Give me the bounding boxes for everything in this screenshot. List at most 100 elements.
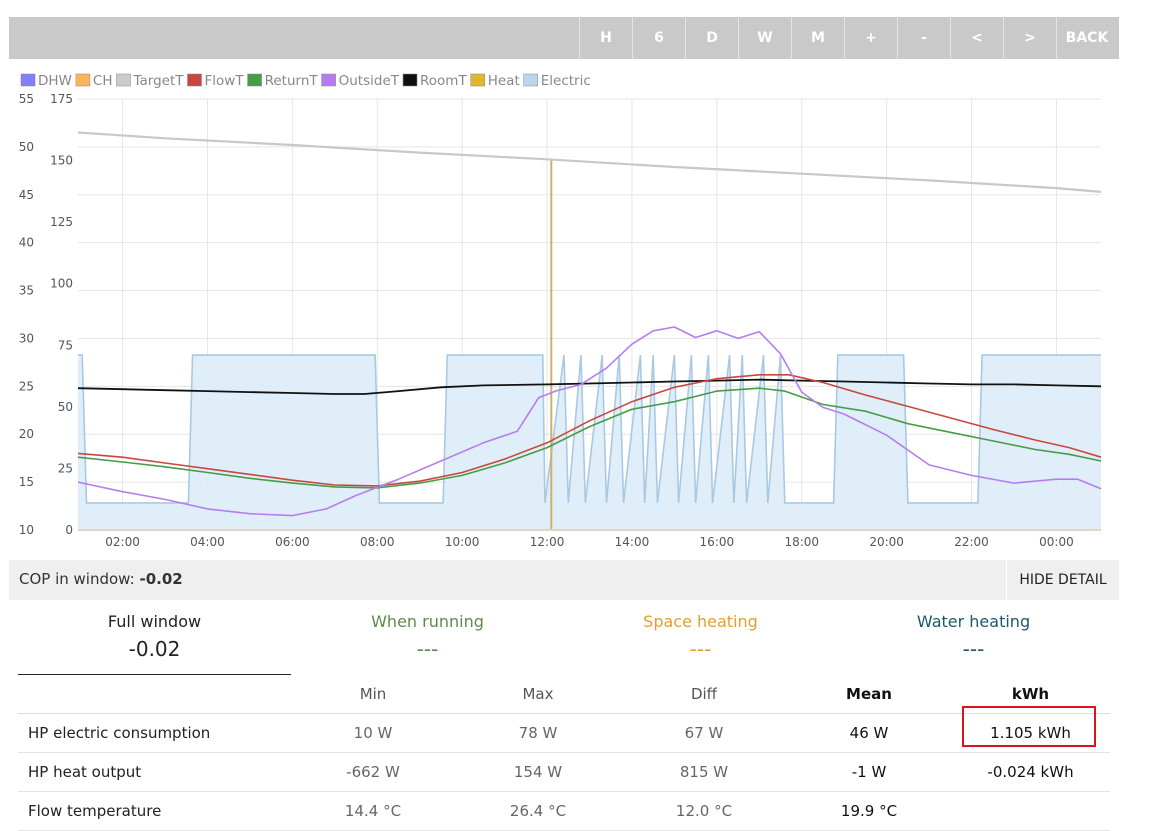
legend-swatch: [20, 73, 36, 87]
legend-label: OutsideT: [339, 73, 400, 89]
cell-kwh: -0.024 kWh: [951, 752, 1110, 792]
legend-swatch: [321, 73, 336, 87]
x-tick-label: 22:00: [954, 535, 989, 549]
header-mean: Mean: [787, 674, 951, 714]
tab-water-heating[interactable]: Water heating ---: [837, 600, 1110, 674]
cell-diff: 67 W: [621, 713, 787, 753]
tab-label: Water heating: [916, 612, 1031, 631]
cell-diff: 12.0 °C: [621, 791, 787, 831]
cell-max: 26.4 °C: [455, 791, 621, 831]
table-row: Flow temperature 14.4 °C 26.4 °C 12.0 °C…: [18, 791, 1110, 831]
x-tick-label: 18:00: [784, 535, 819, 549]
y-right-tick-label: 150: [50, 154, 73, 168]
view-month-button[interactable]: M: [791, 17, 844, 59]
legend-label: TargetT: [132, 73, 184, 89]
header-blank: [18, 674, 291, 714]
legend-swatch: [187, 73, 202, 87]
row-label: HP heat output: [18, 752, 291, 792]
legend-swatch: [523, 73, 538, 87]
legend-swatch: [116, 73, 131, 87]
back-button[interactable]: BACK: [1056, 17, 1117, 59]
cell-diff: 815 W: [621, 752, 787, 792]
legend-label: RoomT: [420, 73, 467, 89]
series-electric-area: [78, 355, 1101, 530]
cell-min: 10 W: [291, 713, 455, 753]
cell-kwh: [951, 791, 1110, 831]
zoom-out-button[interactable]: -: [897, 17, 950, 59]
view-6h-button[interactable]: 6: [632, 17, 685, 59]
header-diff: Diff: [621, 674, 787, 714]
table-row: HP electric consumption 10 W 78 W 67 W 4…: [18, 713, 1110, 753]
tab-when-running[interactable]: When running ---: [291, 600, 564, 674]
x-tick-label: 04:00: [190, 535, 225, 549]
cell-mean: 19.9 °C: [787, 791, 951, 831]
tab-label: Space heating: [643, 612, 758, 631]
y-left-tick-label: 55: [19, 92, 34, 106]
legend-label: Electric: [541, 73, 591, 89]
x-tick-label: 08:00: [360, 535, 395, 549]
y-left-tick-label: 10: [19, 523, 34, 537]
x-tick-label: 16:00: [700, 535, 735, 549]
view-hour-button[interactable]: H: [579, 17, 632, 59]
y-left-tick-label: 40: [19, 236, 34, 250]
legend-label: CH: [93, 73, 113, 89]
chart-toolbar: H 6 D W M + - < > BACK: [9, 17, 1119, 59]
y-left-tick-label: 25: [19, 379, 34, 393]
table-header-row: Min Max Diff Mean kWh: [18, 674, 1110, 714]
tab-full-window[interactable]: Full window -0.02: [18, 600, 291, 675]
tab-label: When running: [371, 612, 484, 631]
y-left-tick-label: 20: [19, 427, 34, 441]
cop-tabs: Full window -0.02 When running --- Space…: [18, 600, 1110, 675]
y-left-tick-label: 45: [19, 188, 34, 202]
y-left-tick-label: 30: [19, 331, 34, 345]
row-label: Flow temperature: [18, 791, 291, 831]
legend-swatch: [470, 73, 485, 87]
cop-bar: COP in window: -0.02 HIDE DETAIL: [9, 560, 1119, 600]
y-left-tick-label: 50: [19, 140, 34, 154]
x-tick-label: 06:00: [275, 535, 310, 549]
tab-value: -0.02: [128, 637, 181, 661]
cell-min: 14.4 °C: [291, 791, 455, 831]
cop-label: COP in window:: [19, 570, 135, 588]
cop-summary: COP in window: -0.02: [19, 570, 183, 588]
y-right-tick-label: 75: [58, 338, 73, 352]
legend-label: DHW: [38, 73, 72, 89]
y-left-tick-label: 35: [19, 284, 34, 298]
legend-label: Heat: [488, 73, 520, 89]
cop-value: -0.02: [139, 570, 183, 588]
tab-value: ---: [416, 637, 439, 661]
y-left-tick-label: 15: [19, 475, 34, 489]
cell-mean: 46 W: [787, 713, 951, 753]
x-tick-label: 02:00: [105, 535, 140, 549]
tab-label: Full window: [107, 612, 202, 631]
chart-svg: DHW CH TargetT FlowT ReturnT OutsideT RoomT Hea…: [19, 73, 1102, 549]
y-right-tick-label: 175: [50, 92, 73, 106]
cell-min: -662 W: [291, 752, 455, 792]
header-max: Max: [455, 674, 621, 714]
legend-swatch: [402, 73, 418, 87]
cell-mean: -1 W: [787, 752, 951, 792]
tab-value: ---: [962, 637, 985, 661]
kwh-highlight-box: [962, 706, 1096, 747]
hide-detail-button[interactable]: HIDE DETAIL: [1006, 560, 1119, 600]
tab-space-heating[interactable]: Space heating ---: [564, 600, 837, 674]
legend-label: FlowT: [205, 73, 245, 89]
legend-swatch: [75, 73, 91, 87]
row-label: HP electric consumption: [18, 713, 291, 753]
cell-max: 154 W: [455, 752, 621, 792]
series-targett-line: [77, 131, 1102, 193]
y-right-tick-label: 50: [58, 400, 73, 414]
pan-left-button[interactable]: <: [950, 17, 1003, 59]
legend-label: ReturnT: [265, 73, 319, 89]
zoom-in-button[interactable]: +: [844, 17, 897, 59]
power-temperature-chart: DHW CH TargetT FlowT ReturnT OutsideT RoomT Hea…: [9, 59, 1119, 559]
header-min: Min: [291, 674, 455, 714]
view-week-button[interactable]: W: [738, 17, 791, 59]
x-tick-label: 10:00: [445, 535, 480, 549]
y-right-tick-label: 125: [50, 215, 73, 229]
view-day-button[interactable]: D: [685, 17, 738, 59]
table-row: HP heat output -662 W 154 W 815 W -1 W -…: [18, 752, 1110, 792]
cell-max: 78 W: [455, 713, 621, 753]
y-right-tick-label: 25: [58, 461, 73, 475]
pan-right-button[interactable]: >: [1003, 17, 1056, 59]
